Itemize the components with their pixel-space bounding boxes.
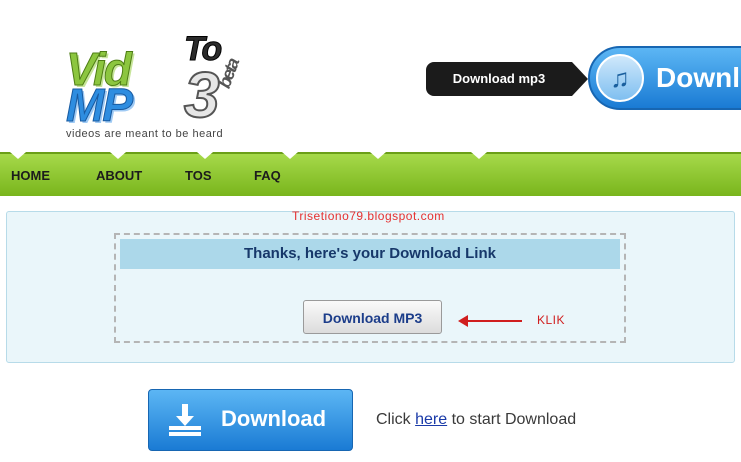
logo-tagline: videos are meant to be heard xyxy=(66,128,224,140)
klik-annotation: KLIK xyxy=(537,313,566,327)
download-button-label: Download xyxy=(221,406,327,431)
nav-item-faq[interactable]: FAQ xyxy=(254,168,281,183)
nav-item-tos[interactable]: TOS xyxy=(185,168,212,183)
nav-notch xyxy=(110,152,126,159)
header-download-button[interactable]: ♫ Downlo xyxy=(588,46,741,110)
download-button[interactable]: Download xyxy=(148,389,353,451)
main-nav: HOME ABOUT TOS FAQ xyxy=(0,152,741,196)
music-note-icon: ♫ xyxy=(596,54,644,102)
nav-notch xyxy=(10,152,26,159)
download-mp3-button[interactable]: Download MP3 xyxy=(303,300,442,334)
nav-item-home[interactable]: HOME xyxy=(11,168,50,183)
here-link[interactable]: here xyxy=(415,411,447,428)
nav-notch xyxy=(370,152,386,159)
logo-mp: MP xyxy=(66,79,134,132)
watermark-text: Trisetiono79.blogspot.com xyxy=(292,209,445,223)
download-mp3-label: Download mp3 xyxy=(426,62,588,96)
nav-notch xyxy=(471,152,487,159)
logo-3: 3 xyxy=(183,58,221,132)
site-logo[interactable]: Vid To MP 3 beta videos are meant to be … xyxy=(62,30,262,145)
click-prefix: Click xyxy=(376,411,411,428)
red-arrow-icon xyxy=(458,315,522,327)
download-tray-icon xyxy=(169,404,201,436)
nav-item-about[interactable]: ABOUT xyxy=(96,168,142,183)
nav-notch xyxy=(197,152,213,159)
nav-notch xyxy=(282,152,298,159)
header-download-label: Downlo xyxy=(656,62,741,93)
click-here-text: Click here to start Download xyxy=(376,411,576,429)
thanks-heading: Thanks, here's your Download Link xyxy=(120,239,620,269)
click-suffix: to start Download xyxy=(451,411,577,428)
